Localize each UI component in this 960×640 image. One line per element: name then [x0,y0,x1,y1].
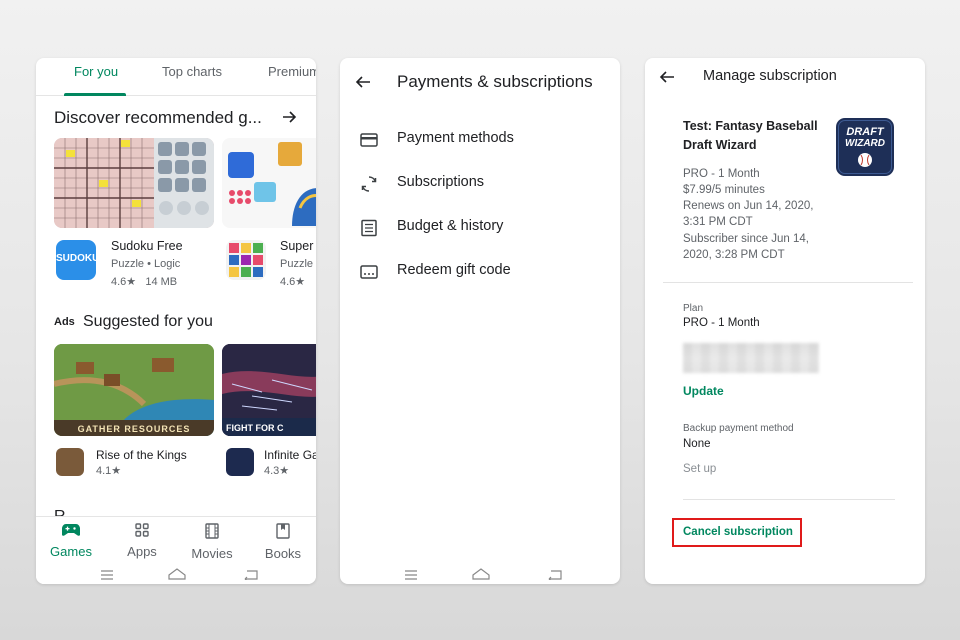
tab-premium[interactable]: Premium [268,64,316,79]
update-link[interactable]: Update [683,384,724,398]
system-navigation-bar [340,562,620,584]
app-name-sudoku[interactable]: Sudoku Free [111,239,183,253]
strategy-game-scene-image [54,344,214,436]
nav-books[interactable]: Books [248,523,316,561]
apps-grid-icon [135,523,149,537]
app-rating-super: 4.6★ [280,276,306,288]
system-navigation-bar [36,562,316,584]
sudoku-grid-image [54,138,214,228]
top-tabs: For you Top charts Premium [36,58,316,96]
menu-label-redeem-gift-code: Redeem gift code [397,262,511,278]
draft-wizard-logo: DRAFT WIZARD [836,118,894,176]
nav-label-books: Books [264,546,302,561]
arrow-right-icon[interactable] [282,109,298,125]
app-category-super: Puzzle [280,258,314,270]
app-title-line-1: Test: Fantasy Baseball [683,119,818,133]
backup-payment-label: Backup payment method [683,423,794,434]
gamepad-icon [61,524,81,536]
redacted-payment-method [683,343,819,373]
tab-for-you[interactable]: For you [74,64,118,79]
detail-price: $7.99/5 minutes [683,184,765,196]
app-name-rise[interactable]: Rise of the Kings [96,448,187,462]
detail-subscriber-since: Subscriber since Jun 14, [683,233,809,245]
detail-subscriber-since-time: 2020, 3:28 PM CDT [683,249,785,261]
section-title-recommended: Discover recommended g... [54,108,262,127]
banner-caption-rise: GATHER RESOURCES [77,424,191,434]
banner-caption-infinite: FIGHT FOR C [226,423,284,433]
nav-label-games: Games [50,544,92,559]
back-icon[interactable] [547,570,563,580]
film-icon [205,523,219,539]
payments-screen: Payments & subscriptions Payment methods… [340,58,620,584]
menu-label-budget-history: Budget & history [397,218,504,234]
detail-renews-time: 3:31 PM CDT [683,216,753,228]
app-title-line-2: Draft Wizard [683,138,757,152]
puzzle-grid-icon [229,243,263,277]
rise-of-kings-banner[interactable]: GATHER RESOURCES [54,344,214,436]
menu-label-payment-methods: Payment methods [397,130,514,146]
app-rating-rise: 4.1★ [96,465,122,477]
back-arrow-icon[interactable] [659,69,675,85]
plan-value: PRO - 1 Month [683,317,760,329]
infinite-galaxy-app-icon[interactable] [226,448,254,476]
baseball-icon [858,153,872,167]
divider [663,282,913,283]
menu-label-subscriptions: Subscriptions [397,174,485,190]
logo-text-draft: DRAFT [846,126,884,138]
category-text: Puzzle [111,258,145,270]
active-tab-indicator [64,93,126,96]
nav-label-movies: Movies [191,546,233,561]
app-category-sudoku: Puzzle • Logic [111,258,181,270]
book-icon [276,523,290,539]
puzzle-banner[interactable] [222,138,316,228]
rating-text: 4.6★ [111,276,137,288]
manage-subscription-screen: Manage subscription Test: Fantasy Baseba… [645,58,925,584]
app-stats-sudoku: 4.6★ 14 MB [111,275,177,288]
nav-label-apps: Apps [127,544,157,559]
home-icon[interactable] [472,568,490,580]
plan-label: Plan [683,303,704,314]
menu-item-subscriptions[interactable]: Subscriptions [340,172,620,196]
puzzle-collage-image [228,142,316,226]
app-name-super[interactable]: Super [280,239,313,253]
nav-games[interactable]: Games [36,523,106,559]
page-title: Payments & subscriptions [397,72,593,91]
gift-card-icon [360,265,378,279]
detail-renews: Renews on Jun 14, 2020, [683,200,814,212]
infinite-galaxy-banner[interactable]: FIGHT FOR C [222,344,316,436]
section-title-suggested: Suggested for you [83,313,213,330]
backup-payment-value: None [683,438,711,450]
menu-item-payment-methods[interactable]: Payment methods [340,128,620,152]
subcategory-text: Logic [154,258,181,270]
cancel-subscription-button[interactable]: Cancel subscription [683,526,793,538]
detail-plan: PRO - 1 Month [683,168,760,180]
menu-item-redeem-gift-code[interactable]: Redeem gift code [340,260,620,284]
recents-menu-icon[interactable] [404,570,418,580]
back-arrow-icon[interactable] [355,74,371,90]
sudoku-app-icon[interactable]: SUDOKU [56,240,96,280]
refresh-icon [361,176,377,192]
play-store-screen: For you Top charts Premium Discover reco… [36,58,316,584]
nav-movies[interactable]: Movies [177,523,247,561]
page-title: Manage subscription [703,68,837,84]
logo-text-wizard: WIZARD [845,138,885,149]
sudoku-banner[interactable] [54,138,214,228]
tab-top-charts[interactable]: Top charts [162,64,222,79]
rise-of-kings-app-icon[interactable] [56,448,84,476]
back-icon[interactable] [243,570,259,580]
home-icon[interactable] [168,568,186,580]
list-document-icon [361,219,377,237]
app-rating-infinite: 4.3★ [264,465,290,477]
size-text: 14 MB [145,276,178,288]
credit-card-icon [360,133,378,147]
divider [683,499,895,500]
recents-menu-icon[interactable] [100,570,114,580]
sudoku-icon-text: SUDOKU [56,253,96,264]
ads-label: Ads [54,316,75,328]
super-app-icon[interactable] [226,240,266,280]
app-name-infinite[interactable]: Infinite Ga [264,448,316,462]
nav-apps[interactable]: Apps [107,523,177,559]
menu-item-budget-history[interactable]: Budget & history [340,216,620,240]
set-up-link[interactable]: Set up [683,463,716,475]
